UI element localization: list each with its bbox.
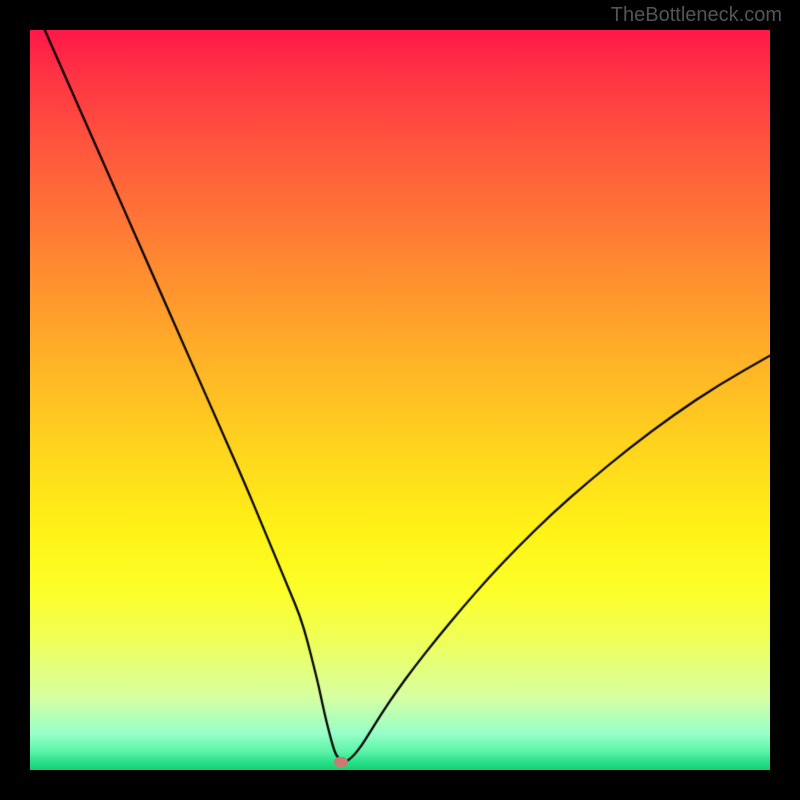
optimal-point-marker [334, 757, 348, 767]
bottleneck-curve [30, 30, 770, 770]
plot-area [30, 30, 770, 770]
watermark-text: TheBottleneck.com [611, 4, 782, 27]
